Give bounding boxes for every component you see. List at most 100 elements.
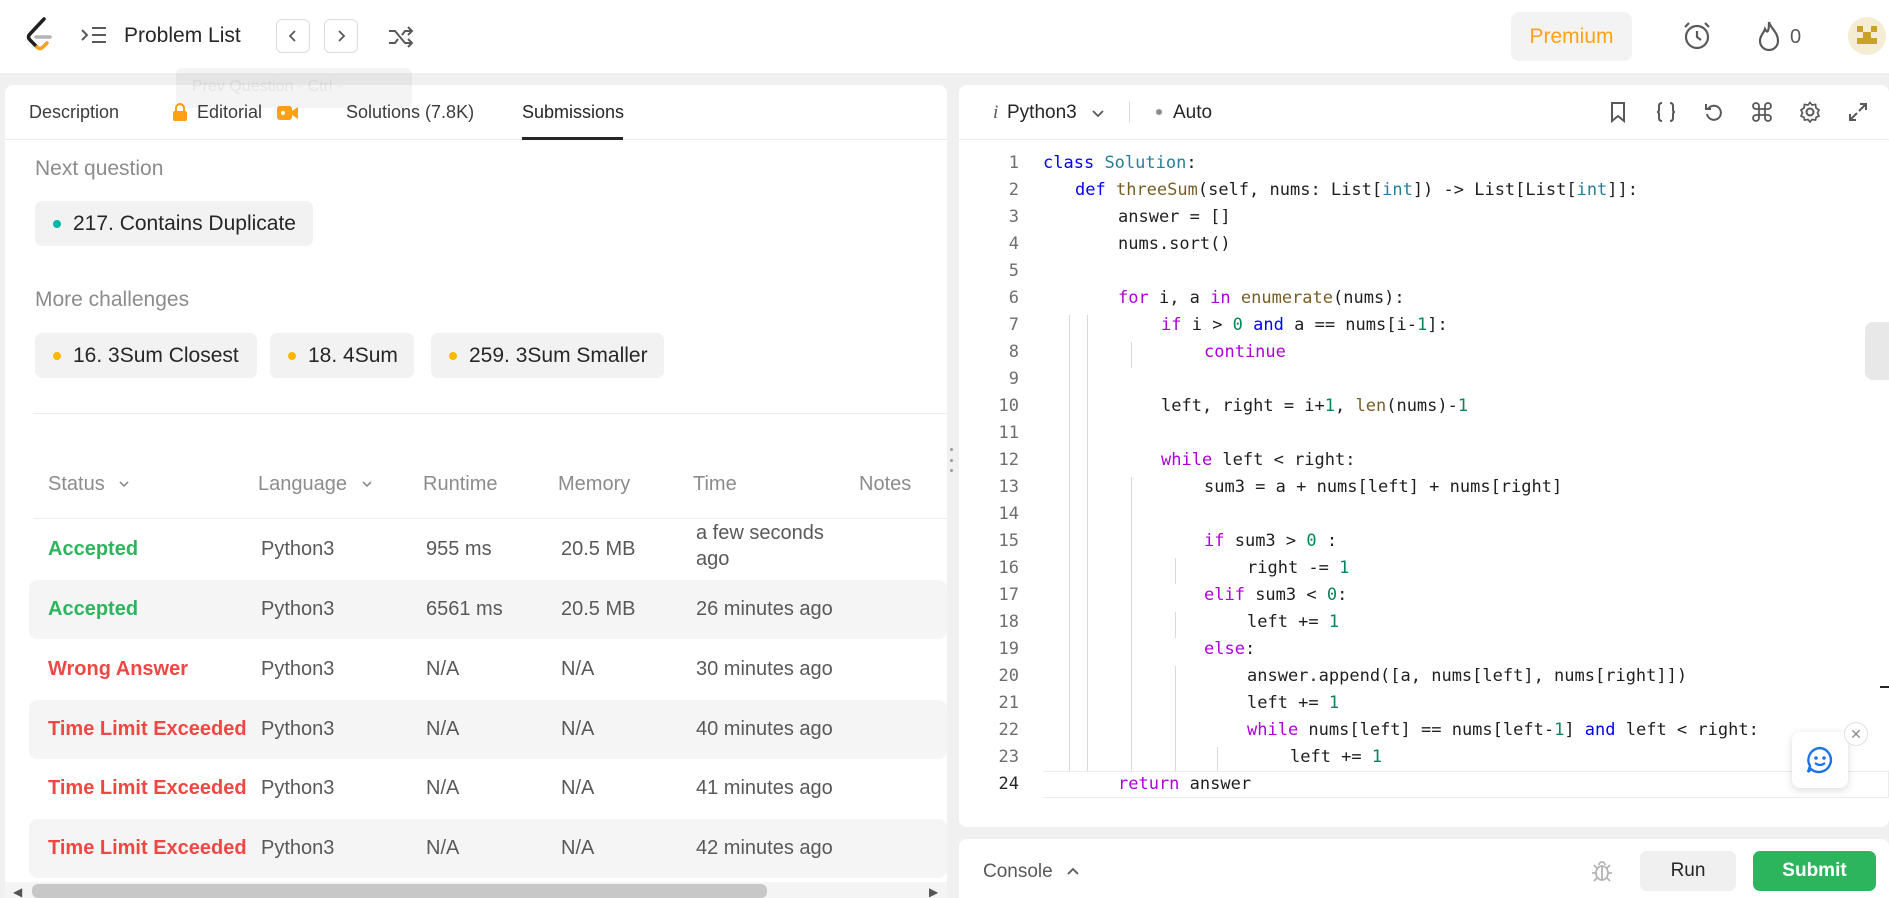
table-row[interactable]: Wrong Answer Python3 N/A N/A 30 minutes …: [29, 640, 947, 699]
table-row[interactable]: Accepted Python3 955 ms 20.5 MB a few se…: [29, 519, 947, 578]
chevron-down-icon[interactable]: [1090, 105, 1106, 121]
code-line: left += 1: [1290, 747, 1383, 767]
line-number: 16: [998, 558, 1019, 578]
problem-list-link[interactable]: Problem List: [124, 24, 241, 48]
indent-guide: [1087, 315, 1088, 771]
streak-count: 0: [1790, 26, 1802, 48]
line-number: 9: [1008, 369, 1019, 389]
run-button[interactable]: Run: [1640, 851, 1736, 891]
line-number: 13: [998, 477, 1019, 497]
table-row[interactable]: Time Limit Exceeded Python3 N/A N/A 41 m…: [29, 760, 947, 819]
chat-bot-icon: [1806, 746, 1833, 774]
line-number: 7: [1008, 315, 1019, 335]
format-code-button[interactable]: [1653, 99, 1679, 125]
fullscreen-button[interactable]: [1845, 99, 1871, 125]
panel-resize-handle[interactable]: [948, 448, 954, 472]
code-line: while left < right:: [1161, 450, 1356, 470]
toolbar-divider: [1129, 101, 1130, 123]
challenge-chip[interactable]: 16. 3Sum Closest: [35, 333, 257, 378]
submission-time: a few seconds: [696, 522, 824, 544]
status-dot: [1156, 109, 1162, 115]
submission-status[interactable]: Time Limit Exceeded: [48, 718, 247, 741]
bug-icon[interactable]: [1590, 859, 1614, 883]
shortcuts-button[interactable]: [1749, 99, 1775, 125]
close-icon[interactable]: ✕: [1844, 722, 1868, 746]
code-line: return answer: [1118, 774, 1252, 794]
code-line: right -= 1: [1247, 558, 1350, 578]
line-number: 14: [998, 504, 1019, 524]
challenge-chip[interactable]: 18. 4Sum: [270, 333, 414, 378]
autosave-mode[interactable]: Auto: [1173, 102, 1212, 124]
submission-status[interactable]: Time Limit Exceeded: [48, 837, 247, 860]
fire-icon[interactable]: [1754, 19, 1784, 53]
difficulty-dot: [53, 352, 61, 360]
submission-status[interactable]: Wrong Answer: [48, 658, 188, 681]
language-header[interactable]: Language: [258, 473, 373, 496]
next-question-label: Next question: [35, 157, 164, 180]
chevron-down-icon: [361, 481, 372, 488]
reset-code-button[interactable]: [1701, 99, 1727, 125]
submission-language: Python3: [261, 718, 335, 740]
tab-description[interactable]: Description: [29, 102, 119, 123]
difficulty-dot: [449, 352, 457, 360]
indent-guide: [1175, 666, 1176, 771]
shuffle-icon[interactable]: [386, 22, 416, 52]
difficulty-dot: [288, 352, 296, 360]
alarm-clock-icon[interactable]: [1680, 19, 1714, 53]
indent-guide: [1131, 342, 1132, 368]
code-line: nums.sort(): [1118, 234, 1231, 254]
prev-question-button[interactable]: [276, 19, 310, 53]
submission-language: Python3: [261, 777, 335, 799]
submission-memory: N/A: [561, 718, 595, 740]
memory-header: Memory: [558, 473, 631, 495]
line-number: 10: [998, 396, 1019, 416]
scroll-right-icon[interactable]: ▶: [929, 885, 938, 898]
braces-icon: [1656, 102, 1676, 122]
chevron-up-icon[interactable]: [1066, 864, 1080, 878]
leetcode-logo-icon[interactable]: [24, 17, 56, 55]
submission-language: Python3: [261, 598, 335, 620]
line-number: 17: [998, 585, 1019, 605]
indent-guide: [1175, 558, 1176, 584]
next-question-chip[interactable]: 217. Contains Duplicate: [35, 201, 313, 246]
side-panel-toggle[interactable]: [1865, 322, 1889, 380]
table-row[interactable]: Time Limit Exceeded Python3 N/A N/A 40 m…: [29, 700, 947, 759]
premium-button[interactable]: Premium: [1511, 12, 1632, 61]
scroll-left-icon[interactable]: ◀: [13, 885, 22, 898]
bookmark-icon: [1611, 102, 1625, 123]
submission-time: 40 minutes ago: [696, 718, 833, 740]
list-indent-icon[interactable]: [80, 24, 108, 48]
submission-memory: N/A: [561, 658, 595, 680]
code-line: continue: [1204, 342, 1286, 362]
submission-status[interactable]: Accepted: [48, 538, 138, 561]
avatar[interactable]: [1848, 17, 1886, 55]
console-toggle[interactable]: Console: [983, 861, 1053, 883]
submission-runtime: N/A: [426, 718, 460, 740]
status-header[interactable]: Status: [48, 473, 130, 496]
next-question-button[interactable]: [324, 19, 358, 53]
line-number: 23: [998, 747, 1019, 767]
submit-button[interactable]: Submit: [1753, 851, 1876, 891]
code-line: for i, a in enumerate(nums):: [1118, 288, 1405, 308]
chat-assistant-button[interactable]: [1792, 732, 1848, 788]
challenge-chip[interactable]: 259. 3Sum Smaller: [431, 333, 664, 378]
code-line: sum3 = a + nums[left] + nums[right]: [1204, 477, 1563, 497]
command-key-icon: [1752, 102, 1772, 122]
line-number: 22: [998, 720, 1019, 740]
line-number: 6: [1008, 288, 1019, 308]
table-row[interactable]: Accepted Python3 6561 ms 20.5 MB 26 minu…: [29, 580, 947, 639]
settings-button[interactable]: [1797, 99, 1823, 125]
code-line: while nums[left] == nums[left-1] and lef…: [1247, 720, 1759, 740]
tab-submissions[interactable]: Submissions: [522, 102, 624, 123]
console-panel: Console Run Submit: [959, 839, 1889, 898]
table-row[interactable]: Time Limit Exceeded Python3 N/A N/A 42 m…: [29, 819, 947, 878]
bookmark-button[interactable]: [1605, 99, 1631, 125]
submission-status[interactable]: Time Limit Exceeded: [48, 777, 247, 800]
submission-time: ago: [696, 548, 730, 570]
language-select[interactable]: Python3: [1007, 102, 1077, 124]
code-line: answer.append([a, nums[left], nums[right…: [1247, 666, 1688, 686]
code-line: answer = []: [1118, 207, 1231, 227]
submission-status[interactable]: Accepted: [48, 598, 138, 621]
line-number: 19: [998, 639, 1019, 659]
scrollbar-thumb[interactable]: [32, 884, 767, 898]
